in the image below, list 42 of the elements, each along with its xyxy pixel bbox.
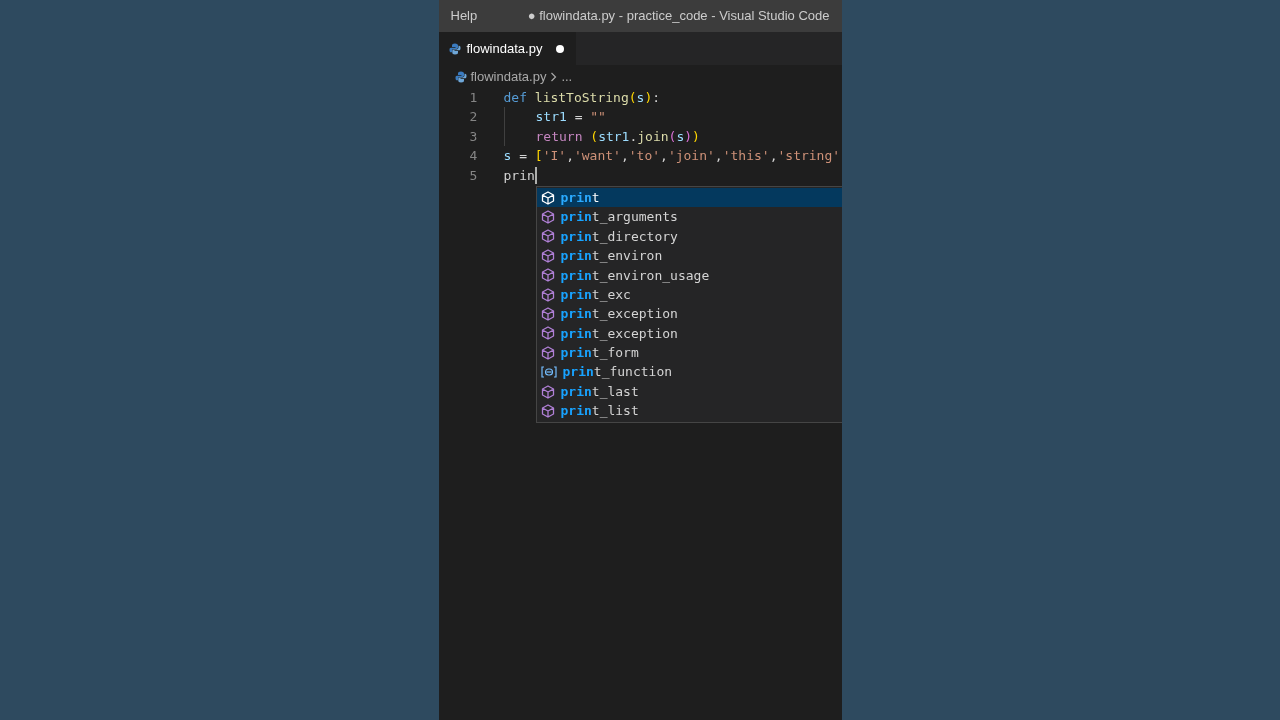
code-line: prin <box>503 166 535 185</box>
cube-icon <box>540 326 555 341</box>
python-file-icon <box>454 70 467 83</box>
menu-item[interactable]: Help <box>450 6 478 26</box>
cube-icon <box>540 307 555 322</box>
cube-icon <box>540 210 555 225</box>
cube-icon <box>540 345 555 360</box>
window-title: ● flowindata.py - practice_code - Visual Studio Code <box>527 7 830 26</box>
cube-icon <box>540 384 555 399</box>
code-line: s = ['I','want','to','join','this','string' <box>503 147 841 166</box>
cube-icon <box>540 190 555 205</box>
suggestion-item[interactable]: print_exception <box>536 304 842 324</box>
code-line: def listToString(s): <box>503 88 661 107</box>
code-line: str1 = "" <box>535 108 606 127</box>
line-number: 5 <box>468 166 479 185</box>
line-number: 1 <box>468 88 479 107</box>
cube-icon <box>540 268 555 283</box>
suggestion-item[interactable]: print_last <box>536 381 842 402</box>
line-number: 4 <box>468 147 479 166</box>
suggestion-item[interactable]: print_form <box>536 343 842 363</box>
cube-icon <box>540 287 555 302</box>
python-file-icon <box>448 42 461 55</box>
suggestion-item[interactable]: print_exc <box>536 284 842 305</box>
cube-icon <box>540 404 555 418</box>
suggestion-item[interactable]: print_arguments <box>536 207 842 227</box>
suggestion-item[interactable]: print_exception <box>536 323 842 344</box>
cube-icon <box>540 248 555 263</box>
suggestion-item[interactable]: print_environ_usage <box>536 265 842 285</box>
code-line: return (str1.join(s)) <box>535 127 700 146</box>
cube-icon <box>540 229 555 244</box>
line-number: 2 <box>468 108 479 127</box>
variable-icon <box>540 366 557 379</box>
breadcrumb-item[interactable]: flowindata.py <box>470 66 547 87</box>
suggestion-item[interactable]: print_environ <box>536 246 842 266</box>
chevron-right-icon <box>550 71 558 82</box>
suggestion-item[interactable]: print_list <box>536 401 842 421</box>
suggestion-item[interactable]: print_directory <box>536 226 842 247</box>
editor-tab[interactable]: flowindata.py <box>438 32 577 65</box>
suggestion-item[interactable]: print <box>536 188 842 208</box>
line-number: 3 <box>468 127 479 146</box>
breadcrumb-item[interactable]: ... <box>561 66 573 87</box>
suggestion-item[interactable]: print_function <box>536 362 842 382</box>
